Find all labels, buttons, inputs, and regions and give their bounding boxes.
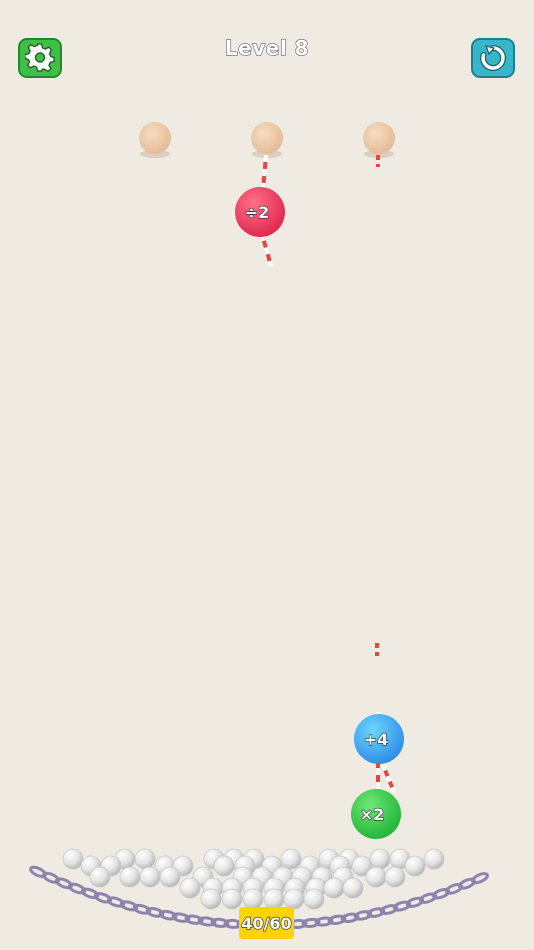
multiply-operator-label: ×2	[360, 805, 385, 824]
game-stage: ÷2 +4 ×2	[29, 122, 489, 930]
white-ball	[404, 855, 426, 877]
add-operator-label: +4	[364, 730, 389, 749]
rope-center-top	[261, 154, 268, 191]
white-ball	[384, 866, 406, 888]
white-ball	[283, 888, 305, 910]
white-ball	[119, 866, 141, 888]
multiply-operator-ball[interactable]: ×2	[351, 789, 401, 839]
white-ball	[179, 877, 201, 899]
divide-operator-label: ÷2	[245, 203, 270, 222]
white-ball	[89, 866, 111, 888]
white-ball	[221, 888, 243, 910]
white-ball	[323, 877, 345, 899]
white-ball	[280, 848, 302, 870]
white-ball	[200, 888, 222, 910]
peg-left	[139, 122, 171, 158]
rope-center-bottom	[260, 233, 273, 267]
white-ball	[263, 888, 285, 910]
ball-counter: 40/60	[239, 907, 294, 939]
white-ball	[242, 888, 264, 910]
peg-right	[363, 122, 395, 158]
white-ball	[134, 848, 156, 870]
chain-link	[471, 872, 489, 885]
white-ball	[369, 848, 391, 870]
white-ball	[139, 866, 161, 888]
white-ball	[423, 848, 445, 870]
white-ball	[303, 888, 325, 910]
restart-icon	[480, 44, 507, 71]
peg-center	[251, 122, 283, 158]
divide-operator-ball[interactable]: ÷2	[235, 187, 285, 237]
restart-button[interactable]	[471, 38, 515, 78]
white-ball	[213, 855, 235, 877]
white-ball	[365, 866, 387, 888]
level-title: Level 8	[224, 35, 310, 60]
add-operator-ball[interactable]: +4	[354, 714, 404, 764]
white-ball	[62, 848, 84, 870]
white-ball	[159, 866, 181, 888]
white-ball	[342, 877, 364, 899]
